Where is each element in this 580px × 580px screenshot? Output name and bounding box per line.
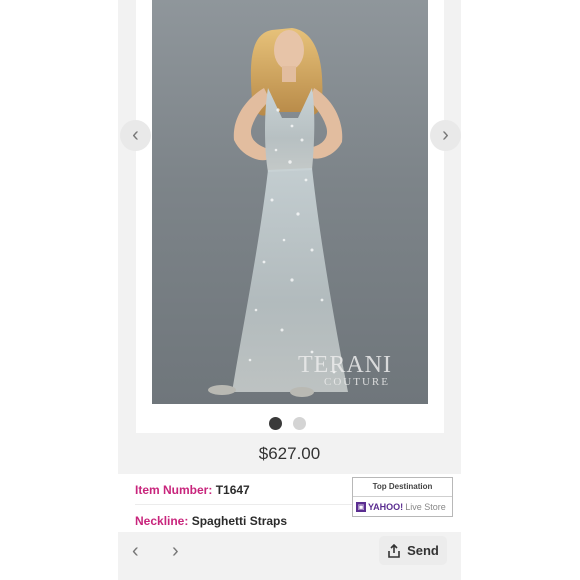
chevron-right-icon: › [442,124,449,146]
neckline-row: Neckline: Spaghetti Straps [135,514,287,528]
neckline-label: Neckline: [135,514,189,528]
cart-icon: ▣ [356,502,366,512]
brand-name: TERANI [298,352,392,378]
bottom-toolbar: ‹ › Send [118,532,461,580]
chevron-left-icon: ‹ [132,124,139,146]
live-store-text: Live Store [405,502,446,512]
chevron-left-icon: ‹ [132,540,139,562]
item-number-value: T1647 [215,483,250,497]
chevron-right-icon: › [172,540,179,562]
page-dot-2[interactable] [293,417,306,430]
badge-title: Top Destination [353,478,452,497]
item-number-label: Item Number: [135,483,213,497]
gallery-prev-button[interactable]: ‹ [120,120,151,151]
product-price: $627.00 [258,444,321,463]
back-button[interactable]: ‹ [132,540,139,563]
product-photo[interactable] [152,0,428,404]
top-destination-badge[interactable]: Top Destination ▣ YAHOO! Live Store [352,477,453,517]
neckline-value: Spaghetti Straps [191,514,288,528]
yahoo-logo: YAHOO! [368,502,404,512]
page-dot-1[interactable] [269,417,282,430]
send-button[interactable]: Send [379,536,447,565]
gown-model-image [208,28,348,397]
send-label: Send [407,543,439,558]
item-number-row: Item Number: T1647 [135,483,250,497]
share-icon [388,543,400,558]
forward-button[interactable]: › [172,540,179,563]
badge-store-line: ▣ YAHOO! Live Store [353,497,452,517]
brand-watermark: TERANI COUTURE [298,352,408,388]
gallery-next-button[interactable]: › [430,120,461,151]
divider [135,504,352,505]
